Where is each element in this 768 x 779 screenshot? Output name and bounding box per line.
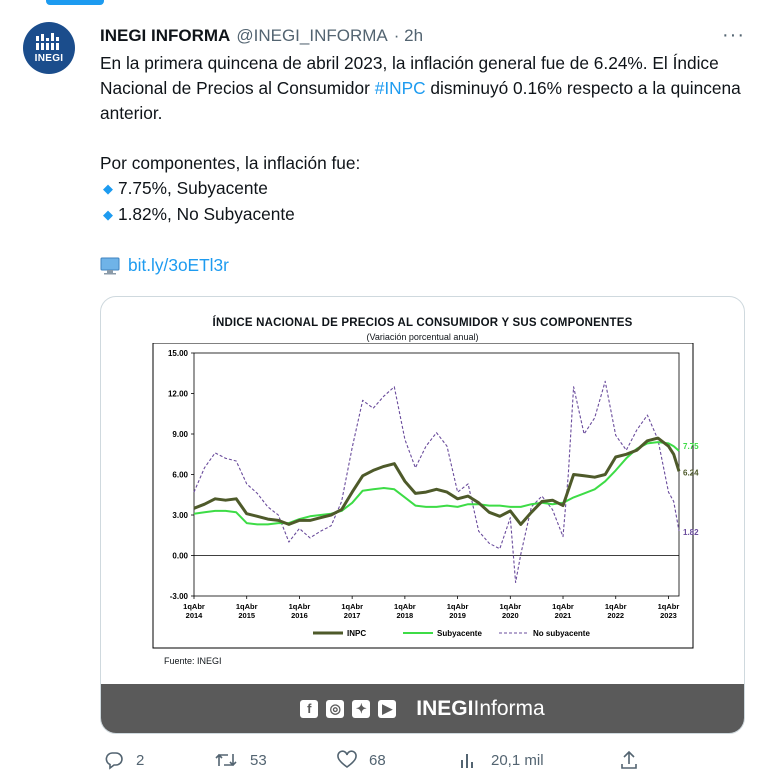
bullet-no-subyacente-text: 1.82%, No Subyacente: [118, 204, 295, 224]
x-tick-label: 1qAbr: [499, 602, 521, 611]
link-line: bit.ly/3oETl3r: [100, 255, 229, 276]
x-tick-label: 1qAbr: [236, 602, 258, 611]
y-tick-label: 12.00: [168, 390, 189, 399]
x-tick-year: 2014: [186, 611, 204, 620]
x-tick-year: 2018: [397, 611, 414, 620]
reply-count: 2: [136, 751, 145, 769]
components-intro: Por componentes, la inflación fue:: [100, 153, 361, 173]
y-tick-label: 0.00: [172, 552, 188, 561]
end-label: 7.75: [683, 442, 699, 451]
brand-bar: f ◎ ✦ ▶ INEGI Informa: [101, 684, 744, 733]
bullet-no-subyacente: ◆ 1.82%, No Subyacente: [100, 202, 750, 228]
heart-icon: [337, 750, 357, 768]
like-button[interactable]: 68: [337, 750, 386, 770]
instagram-icon: ◎: [326, 699, 345, 718]
tweet-header: INEGI INFORMA @INEGI_INFORMA · 2h: [100, 26, 423, 46]
short-link[interactable]: bit.ly/3oETl3r: [128, 255, 229, 276]
end-label: 1.82: [683, 528, 699, 537]
views-icon: [461, 754, 473, 768]
tab-indicator: [46, 0, 104, 5]
more-options-icon[interactable]: ···: [722, 24, 745, 47]
tweet-actions: 2 53 68 20,1 mil: [104, 750, 644, 772]
x-tick-year: 2017: [344, 611, 361, 620]
views-button[interactable]: 20,1 mil: [459, 750, 544, 770]
y-tick-label: 15.00: [168, 349, 189, 358]
end-label: 6.24: [683, 468, 699, 477]
diamond-icon: ◆: [103, 207, 113, 222]
x-tick-label: 1qAbr: [605, 602, 627, 611]
x-tick-year: 2016: [291, 611, 308, 620]
y-tick-label: -3.00: [170, 592, 189, 601]
reply-icon: [105, 752, 123, 770]
retweet-icon: [215, 753, 237, 767]
facebook-icon: f: [300, 699, 319, 718]
diamond-icon: ◆: [103, 181, 113, 196]
retweet-button[interactable]: 53: [214, 750, 267, 770]
author-name[interactable]: INEGI INFORMA: [100, 26, 230, 46]
share-icon: [621, 750, 637, 769]
brand-suffix: Informa: [473, 696, 545, 720]
x-tick-label: 1qAbr: [552, 602, 574, 611]
brand-name: INEGI: [416, 696, 474, 720]
legend-label: No subyacente: [533, 629, 590, 638]
share-button[interactable]: [619, 750, 651, 770]
x-tick-label: 1qAbr: [447, 602, 469, 611]
x-tick-year: 2015: [238, 611, 255, 620]
twitter-icon: ✦: [352, 699, 371, 718]
tweet-paragraph: En la primera quincena de abril 2023, la…: [100, 51, 750, 126]
avatar[interactable]: INEGI: [23, 22, 75, 74]
tweet-time[interactable]: · 2h: [394, 26, 423, 46]
author-handle[interactable]: @INEGI_INFORMA: [236, 26, 387, 46]
y-tick-label: 9.00: [172, 430, 188, 439]
inflation-chart: 15.0012.009.006.003.000.00-3.001qAbr2014…: [152, 343, 699, 649]
x-tick-year: 2022: [607, 611, 624, 620]
x-tick-year: 2019: [449, 611, 466, 620]
youtube-icon: ▶: [378, 699, 397, 718]
computer-icon: [100, 257, 120, 274]
media-card[interactable]: Índice Nacional de Precios al Consumidor…: [100, 296, 745, 734]
y-tick-label: 6.00: [172, 471, 188, 480]
x-tick-label: 1qAbr: [658, 602, 680, 611]
legend-label: INPC: [347, 629, 366, 638]
chart-title: Índice Nacional de Precios al Consumidor…: [212, 317, 633, 329]
hashtag-link[interactable]: #INPC: [375, 78, 426, 98]
legend-label: Subyacente: [437, 629, 482, 638]
bullet-subyacente-text: 7.75%, Subyacente: [118, 178, 268, 198]
x-tick-year: 2021: [555, 611, 572, 620]
x-tick-label: 1qAbr: [289, 602, 311, 611]
y-tick-label: 3.00: [172, 511, 188, 520]
x-tick-label: 1qAbr: [183, 602, 205, 611]
source-note: Fuente: INEGI: [164, 656, 222, 666]
x-tick-label: 1qAbr: [341, 602, 363, 611]
tweet-text: En la primera quincena de abril 2023, la…: [100, 51, 750, 228]
inegi-logo-icon: [35, 33, 62, 50]
reply-button[interactable]: 2: [104, 750, 144, 770]
bullet-subyacente: ◆ 7.75%, Subyacente: [100, 176, 750, 202]
views-count: 20,1 mil: [491, 751, 544, 769]
x-tick-year: 2023: [660, 611, 677, 620]
like-count: 68: [369, 751, 386, 769]
avatar-text: INEGI: [34, 53, 64, 64]
x-tick-year: 2020: [502, 611, 519, 620]
chart-subtitle: (Variación porcentual anual): [366, 332, 479, 342]
x-tick-label: 1qAbr: [394, 602, 416, 611]
retweet-count: 53: [250, 751, 267, 769]
